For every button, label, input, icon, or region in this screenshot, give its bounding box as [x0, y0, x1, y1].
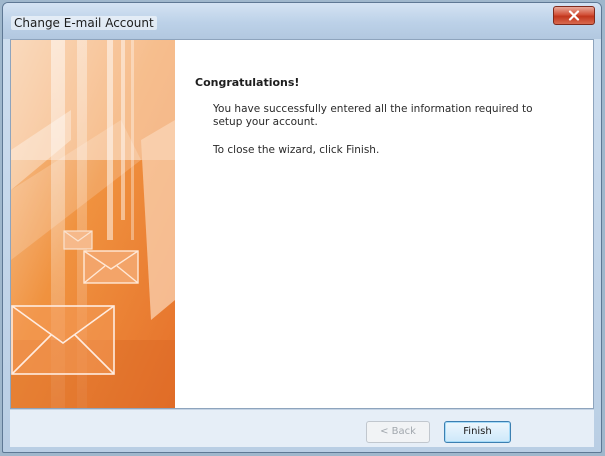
close-icon [568, 10, 580, 21]
congratulations-heading: Congratulations! [195, 76, 300, 89]
close-instruction: To close the wizard, click Finish. [213, 144, 380, 156]
finish-button[interactable]: Finish [444, 421, 511, 443]
envelope-icon [63, 230, 93, 250]
success-message: You have successfully entered all the in… [213, 103, 533, 128]
envelope-icon [11, 305, 115, 375]
envelope-icon [83, 250, 139, 284]
wizard-footer: < Back Finish [10, 409, 594, 447]
wizard-window: Change E-mail Account Congratulations! Y… [2, 2, 602, 453]
close-button[interactable] [553, 6, 595, 25]
back-button[interactable]: < Back [366, 421, 430, 443]
outlook-banner [11, 40, 175, 408]
wizard-content: Congratulations! You have successfully e… [195, 76, 575, 156]
wizard-body: Congratulations! You have successfully e… [10, 39, 594, 409]
title-bar[interactable]: Change E-mail Account [3, 3, 601, 39]
window-title: Change E-mail Account [11, 16, 157, 30]
